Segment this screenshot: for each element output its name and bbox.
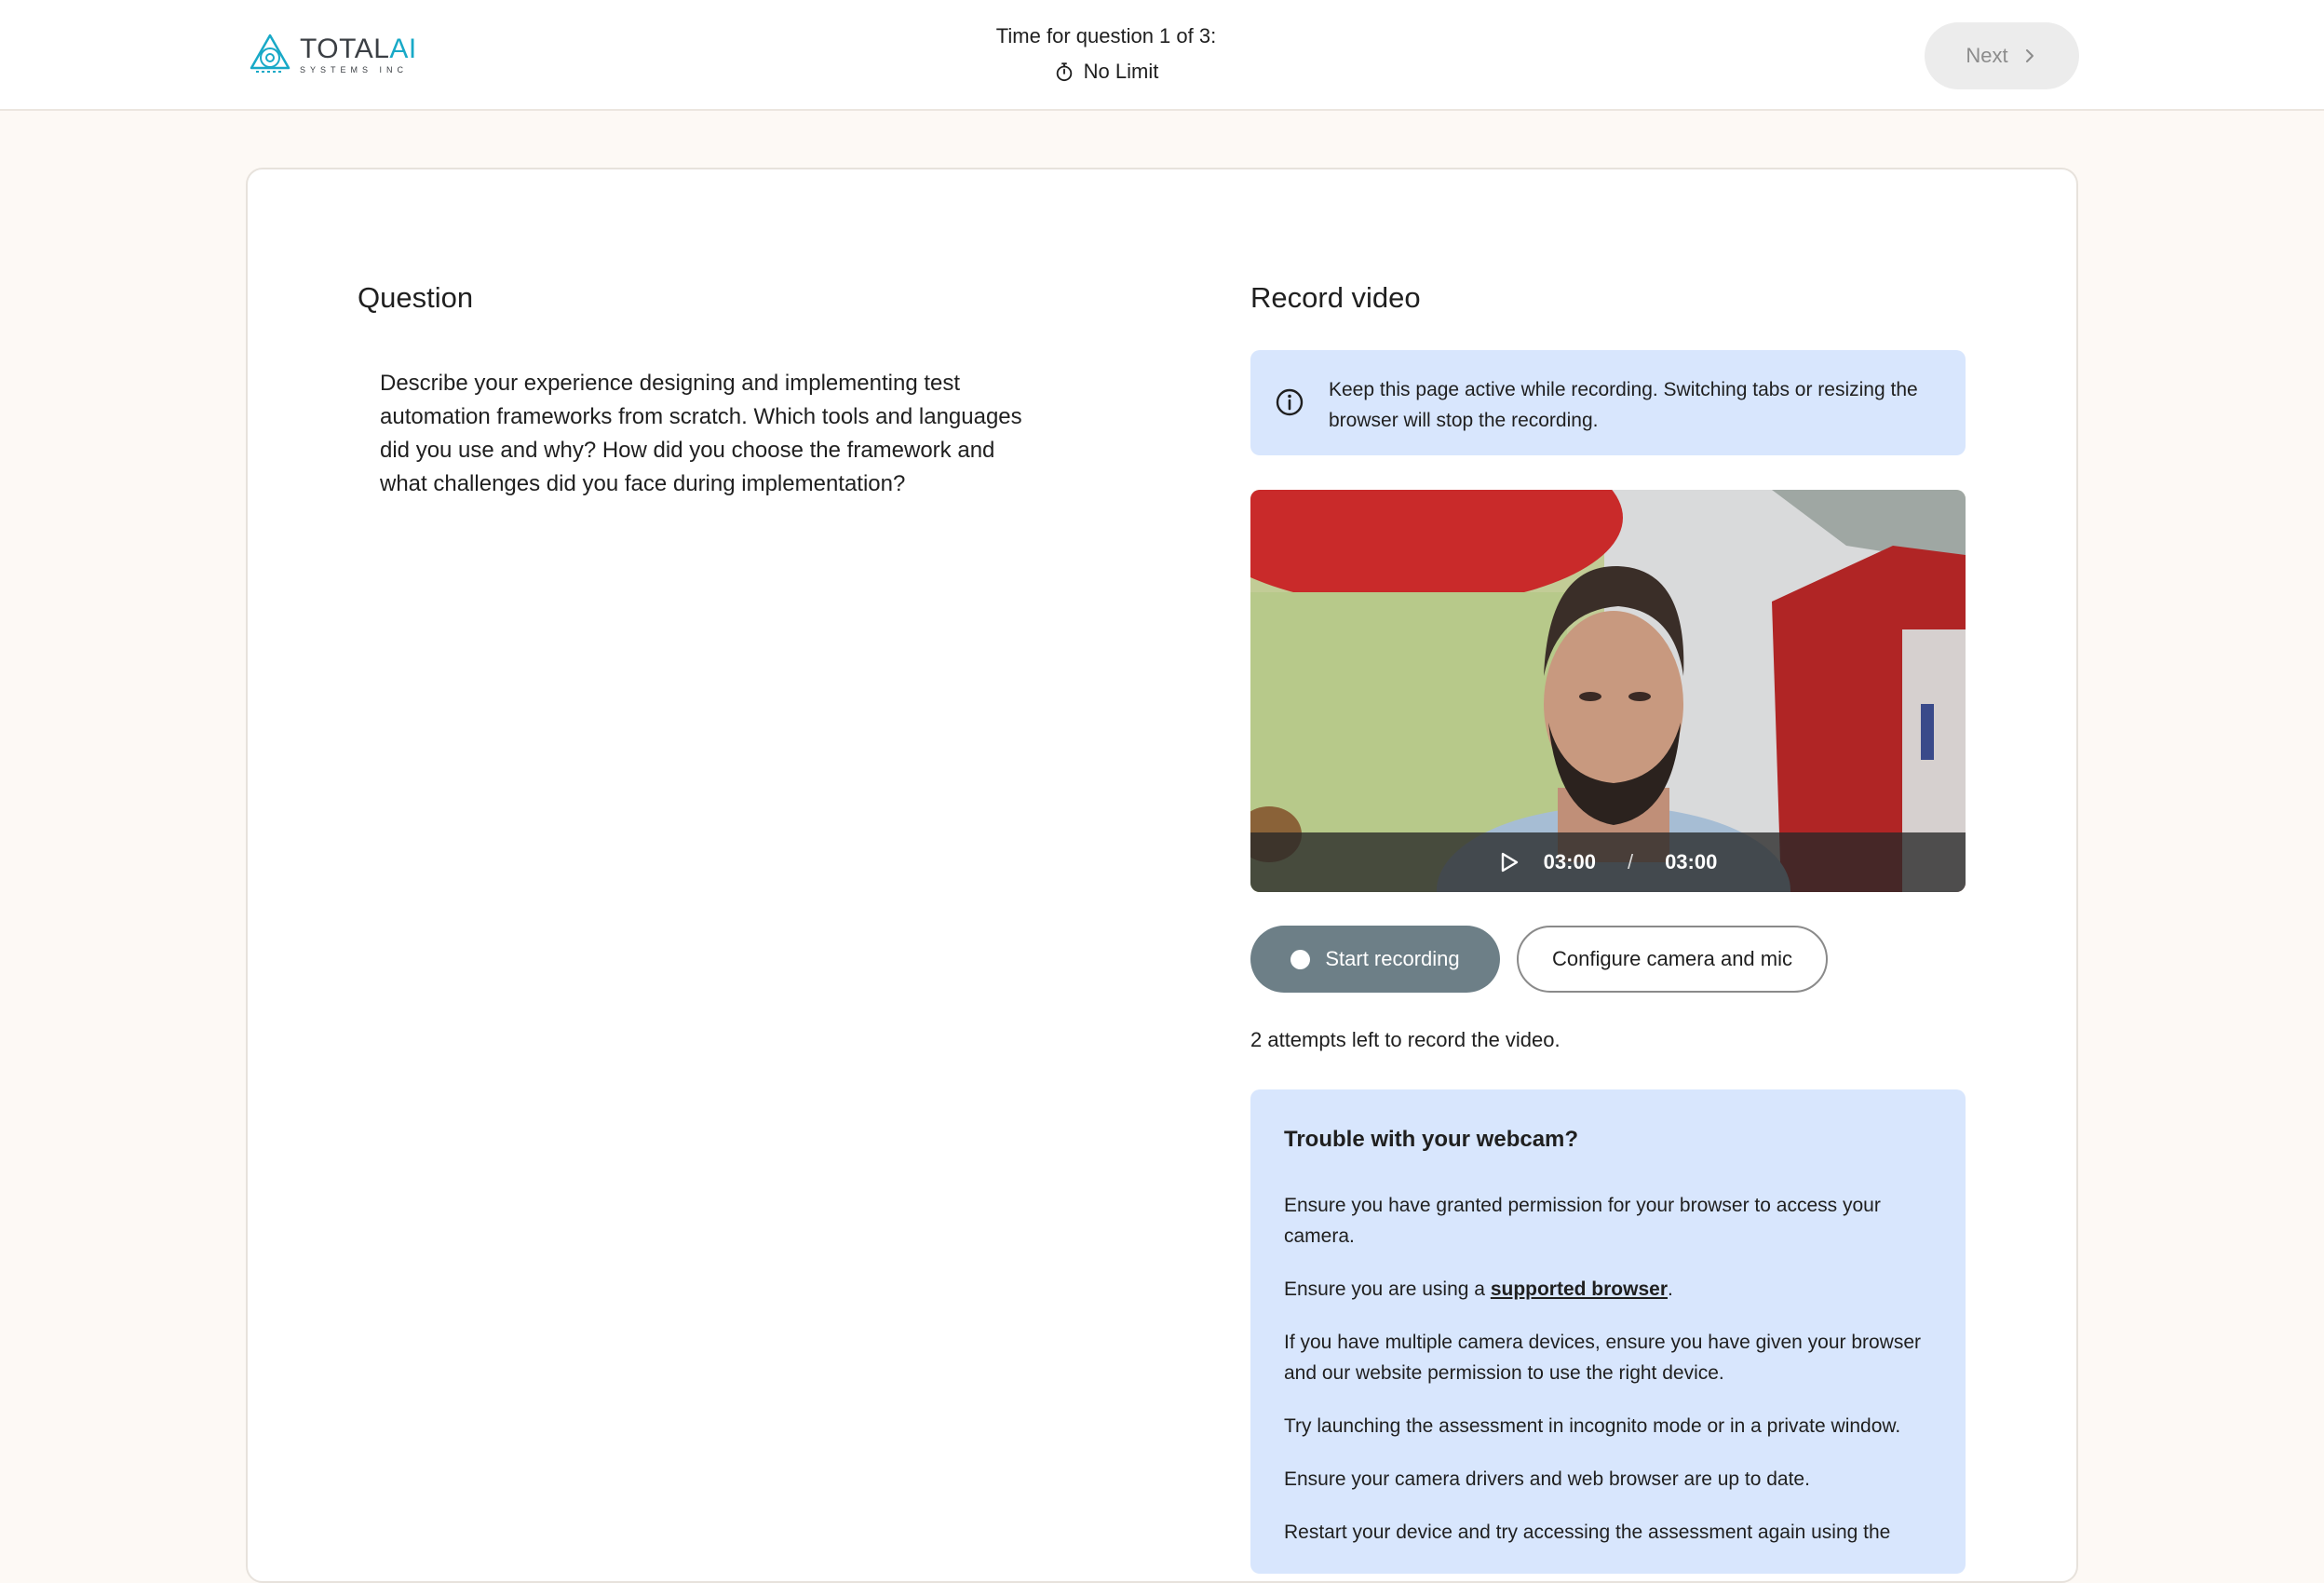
start-recording-label: Start recording — [1325, 947, 1460, 970]
video-preview[interactable]: 03:00 / 03:00 — [1250, 490, 1966, 892]
logo-mark-icon — [250, 34, 290, 73]
chevron-right-icon — [2025, 49, 2034, 62]
tip-restart: Restart your device and try accessing th… — [1284, 1522, 1891, 1543]
tip-multiple-cameras: If you have multiple camera devices, ens… — [1284, 1332, 1922, 1384]
info-text: Keep this page active while recording. S… — [1329, 379, 1918, 431]
top-bar: TOTALAI SYSTEMS INC Time for question 1 … — [0, 0, 2324, 111]
info-icon — [1276, 388, 1304, 416]
question-text: Describe your experience designing and i… — [380, 371, 1022, 496]
configure-camera-label: Configure camera and mic — [1551, 947, 1792, 970]
webcam-troubleshooting-box: Trouble with your webcam? Ensure you hav… — [1250, 1089, 1966, 1574]
play-icon[interactable] — [1499, 851, 1520, 873]
timer-value: No Limit — [1083, 60, 1159, 83]
timer-title: Time for question 1 of 3: — [995, 24, 1217, 47]
stopwatch-icon — [1056, 62, 1072, 82]
attempts-remaining: 2 attempts left to record the video. — [1250, 1028, 1561, 1051]
supported-browser-link[interactable]: supported browser — [1491, 1279, 1668, 1300]
logo-name: TOTALAI — [300, 34, 417, 64]
start-recording-button[interactable]: Start recording — [1250, 926, 1500, 993]
video-current-time: 03:00 — [1543, 850, 1596, 873]
time-separator: / — [1627, 850, 1634, 873]
record-dot-icon — [1290, 949, 1311, 969]
tip-incognito: Try launching the assessment in incognit… — [1284, 1415, 1901, 1437]
video-duration: 03:00 — [1665, 850, 1718, 873]
tip-permission: Ensure you have granted permission for y… — [1284, 1195, 1881, 1247]
record-video-heading: Record video — [1250, 281, 1421, 314]
video-controls: 03:00 / 03:00 — [1250, 832, 1966, 892]
configure-camera-button[interactable]: Configure camera and mic — [1517, 926, 1828, 993]
question-heading: Question — [358, 281, 474, 314]
next-button[interactable]: Next — [1925, 22, 2079, 89]
recording-info-banner: Keep this page active while recording. S… — [1250, 350, 1966, 455]
tip-supported-browser: Ensure you are using a supported browser… — [1284, 1279, 1673, 1300]
troubleshooting-list: Ensure you have granted permission for y… — [1284, 1190, 1945, 1570]
next-button-label: Next — [1966, 44, 2008, 67]
troubleshooting-title: Trouble with your webcam? — [1284, 1127, 1579, 1152]
logo-subtitle: SYSTEMS INC — [300, 65, 409, 74]
question-timer: Time for question 1 of 3: No Limit — [976, 24, 1236, 84]
tip-drivers: Ensure your camera drivers and web brows… — [1284, 1468, 1810, 1490]
company-logo[interactable]: TOTALAI SYSTEMS INC — [248, 32, 417, 78]
